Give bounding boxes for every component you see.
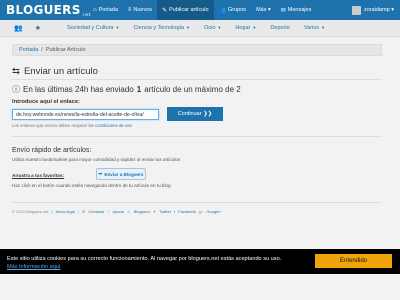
bookmarklet-button[interactable]: ➦ Enviar a Bloguers [96, 168, 146, 180]
nav-label: Más ▾ [256, 7, 271, 13]
quick-send-description: Utiliza nuestro bookmarklet para mayor c… [12, 157, 181, 162]
nav-mas[interactable]: Más ▾ [251, 0, 276, 20]
category-varios[interactable]: Varios ▼ [297, 25, 332, 31]
terms-note-text: Los enlaces que envíes deben respetar la… [12, 123, 94, 128]
mail-icon: ✉ [280, 7, 286, 14]
nav-label: Nuevos [133, 7, 153, 13]
user-icon: ☺ [126, 209, 131, 214]
help-icon: ? [107, 209, 110, 214]
logo-text: BLOGUERS [6, 3, 81, 17]
nav-grupos[interactable]: 👥 Grupos [214, 0, 252, 20]
category-label: Varios [303, 25, 320, 31]
footer-link-facebook[interactable]: Facebook [178, 209, 196, 214]
divider [12, 79, 382, 80]
link-label: Introduce aquí el enlace: [12, 99, 80, 105]
users-icon[interactable]: 👥 [14, 24, 23, 32]
list-icon: ≡ [127, 7, 132, 13]
category-label: Ocio [204, 25, 216, 31]
site-logo[interactable]: BLOGUERS.net [0, 3, 90, 17]
submission-limit: ⓘ En las últimas 24h has enviado 1 artíc… [12, 84, 241, 95]
nav-portada[interactable]: ⌂ Portada [88, 0, 123, 20]
category-ocio[interactable]: Ocio ▼ [197, 25, 228, 31]
category-label: Deporte [270, 25, 290, 31]
bookmarklet-label: Enviar a Bloguers [104, 171, 144, 177]
home-icon: ⌂ [93, 7, 97, 13]
bookmarklet-hint: Haz click en el botón cuando estés naveg… [12, 183, 171, 188]
page-title: ⇆ Enviar un artículo [12, 66, 98, 77]
cookie-banner: Este sitio utiliza cookies para su corre… [0, 249, 400, 274]
google-plus-icon: g+ [198, 209, 204, 214]
nav-publicar-articulo[interactable]: ✎ Publicar artículo [157, 0, 214, 20]
terms-note: Los enlaces que envíes deben respetar la… [12, 123, 132, 128]
footer-link-bloguero[interactable]: Bloguero [134, 209, 150, 214]
twitter-icon: ✦ [152, 209, 157, 214]
category-label: Ciencia y Tecnología [133, 25, 185, 31]
top-navbar: BLOGUERS.net ⌂ Portada ≡ Nuevos ✎ Publicar … [0, 0, 400, 20]
nav-label: Grupos [228, 7, 247, 13]
quick-send-title: Envío rápido de artículos: [12, 147, 92, 154]
breadcrumb-current: Publicar Artículo [45, 47, 86, 53]
chevron-down-icon: ▼ [217, 25, 222, 30]
terms-link[interactable]: condiciones de uso [95, 123, 132, 128]
info-icon: ⓘ [12, 85, 20, 94]
chevron-down-icon: ▼ [115, 25, 120, 30]
avatar [352, 5, 362, 15]
send-link-icon: ⇆ [12, 66, 20, 77]
page-bottom [0, 274, 400, 300]
breadcrumb: Portada / Publicar Artículo [12, 44, 382, 56]
article-url-input[interactable] [12, 109, 159, 120]
facebook-icon: f [174, 209, 176, 214]
category-ciencia[interactable]: Ciencia y Tecnología ▼ [126, 25, 197, 31]
nav-label: Mensajes [287, 7, 312, 13]
footer-link-google-plus[interactable]: Google+ [206, 209, 221, 214]
limit-count: 1 [136, 85, 142, 94]
category-subnav: 👥 ★ Sociedad y Cultura ▼ Ciencia y Tecnol… [0, 20, 400, 37]
mail-icon: ✉ [81, 209, 86, 214]
cookie-text: Este sitio utiliza cookies para su corre… [7, 256, 282, 262]
footer-link-ayuda[interactable]: Ayuda [113, 209, 124, 214]
category-deporte[interactable]: Deporte [263, 25, 297, 31]
cookie-accept-button[interactable]: Entendido [315, 254, 392, 268]
nav-label: Publicar artículo [169, 7, 209, 13]
category-sociedad[interactable]: Sociedad y Cultura ▼ [60, 25, 126, 31]
users-icon: 👥 [218, 7, 227, 14]
star-icon[interactable]: ★ [35, 24, 41, 32]
page-title-text: Enviar un artículo [23, 66, 98, 77]
footer-link-contacto[interactable]: Contacto [88, 209, 104, 214]
pencil-icon: ✎ [162, 7, 168, 14]
divider [12, 202, 382, 203]
continue-button[interactable]: Continuar ❯❯ [167, 107, 223, 121]
share-icon: ➦ [98, 171, 103, 176]
copyright: © 2015 Bloguers.net [12, 209, 49, 214]
limit-suffix: artículo de un máximo de 2 [144, 85, 241, 94]
breadcrumb-home[interactable]: Portada [19, 47, 38, 53]
nav-mensajes[interactable]: ✉ Mensajes [276, 0, 317, 20]
footer: © 2015 Bloguers.net | Aviso legal | ✉ Co… [12, 209, 222, 214]
chevron-down-icon: ▼ [186, 25, 191, 30]
category-hogar[interactable]: Hogar ▼ [228, 25, 263, 31]
chevron-down-icon: ▼ [321, 25, 326, 30]
nav-nuevos[interactable]: ≡ Nuevos [123, 0, 157, 20]
footer-link-aviso-legal[interactable]: Aviso legal [56, 209, 75, 214]
breadcrumb-separator: / [41, 47, 43, 53]
category-label: Sociedad y Cultura [67, 25, 114, 31]
limit-prefix: En las últimas 24h has enviado [23, 85, 134, 94]
drag-to-favorites-label: Arrastra a tus favoritos: [12, 173, 65, 178]
divider [12, 136, 382, 137]
nav-label: Portada [98, 7, 118, 13]
category-label: Hogar [235, 25, 251, 31]
footer-link-twitter[interactable]: Twitter [159, 209, 171, 214]
username: zoraidamp ▾ [364, 7, 394, 13]
chevron-down-icon: ▼ [252, 25, 257, 30]
cookie-more-info-link[interactable]: Más información aquí [7, 264, 60, 270]
user-menu[interactable]: zoraidamp ▾ [352, 5, 400, 15]
